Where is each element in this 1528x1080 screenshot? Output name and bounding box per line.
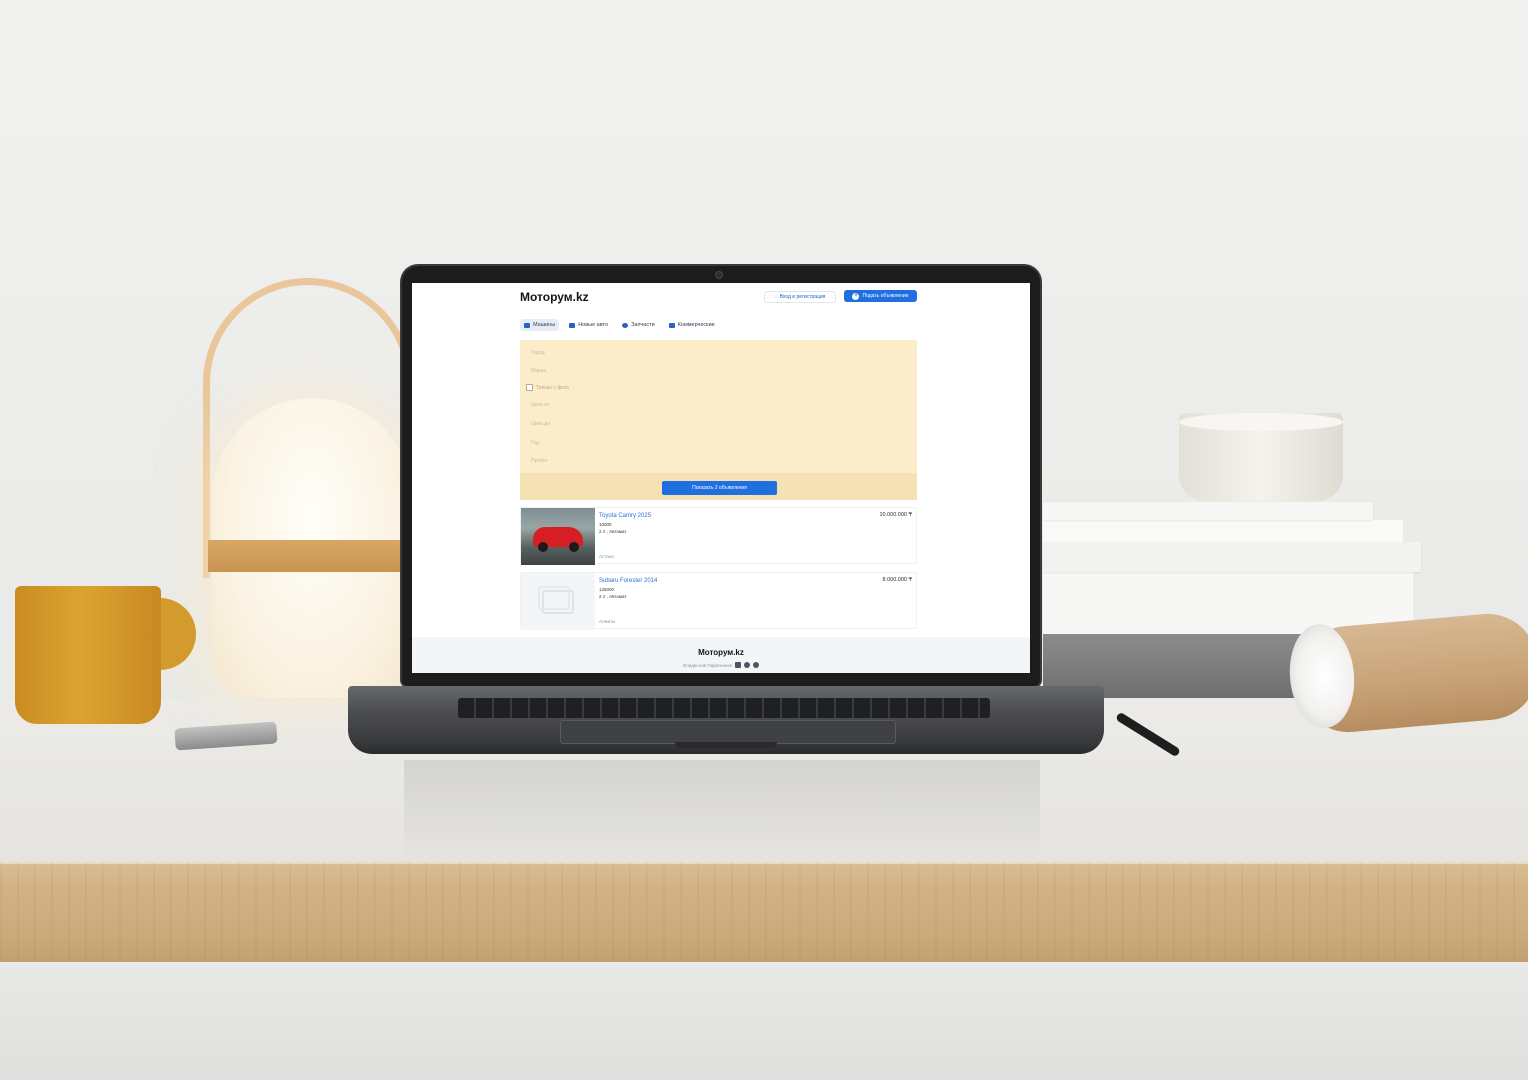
webcam [716,272,722,278]
telegram-icon[interactable] [743,662,750,668]
tab-label: Машины [533,322,556,328]
footer-author: Владислав Паратенков [683,662,732,668]
tab-commercial[interactable]: Коммерческие [665,319,719,331]
listing-photo-placeholder[interactable] [521,573,595,630]
car-icon [524,322,530,328]
desk-wood-edge [0,862,1528,962]
filter-price-to-field[interactable]: Цена до [531,421,550,427]
lamp-band [208,540,413,572]
listing-title[interactable]: Toyota Camry 2025 [599,513,651,519]
car-icon [569,322,576,328]
tab-cars[interactable]: Машины [520,319,560,331]
site-logo[interactable]: Моторум.kz [520,290,589,304]
image-placeholder-icon [538,585,574,614]
laptop-notch [675,742,777,748]
login-button-label: Вход и регистрация [779,294,826,300]
listing-mileage: 125000 [599,587,615,592]
listing-card[interactable]: Toyota Camry 2025 10000 2 л , Автомат Ас… [520,507,917,565]
laptop-screen: Моторум.kz ◌ Вход и регистрация + Подать… [412,283,1030,673]
gear-icon [622,322,629,328]
login-button[interactable]: ◌ Вход и регистрация [764,291,836,303]
trackpad [560,720,896,744]
github-icon[interactable] [752,662,759,668]
white-box-lid [1043,542,1421,572]
filter-panel: Город Марка Только с фото Цена от Цена д… [520,340,917,500]
car-wheel-icon [538,542,548,552]
tab-parts[interactable]: Запчасти [618,319,659,331]
listing-card[interactable]: Subaru Forester 2014 125000 2 л , Автома… [520,572,917,630]
filter-city-field[interactable]: Город [531,350,545,356]
tab-label: Новые авто [578,322,609,328]
filter-mileage-field[interactable]: Пробег [531,458,548,464]
footer-credits: Владислав Паратенков [412,662,1030,668]
paper-stack [1043,520,1403,542]
listing-price: 8.000.000 ₸ [882,577,913,583]
show-results-button[interactable]: Показать 2 объявления [662,481,777,495]
filter-year-field[interactable]: Год [531,440,539,446]
tab-new-cars[interactable]: Новые авто [565,319,612,331]
only-photo-checkbox-row[interactable]: Только с фото [526,384,569,391]
listing-price: 10.000.000 ₸ [879,512,912,518]
post-ad-button[interactable]: + Подать объявление [844,290,917,302]
mug [15,586,161,724]
only-photo-label: Только с фото [536,384,569,391]
truck-icon [668,322,675,328]
post-ad-label: Подать объявление [862,293,909,299]
plus-icon: + [852,292,860,300]
listing-city: Астана [599,554,614,559]
ceramic-bowl [1179,413,1343,501]
footer-logo[interactable]: Моторум.kz [412,648,1030,657]
listing-photo[interactable] [521,508,595,565]
listing-title[interactable]: Subaru Forester 2014 [599,578,657,584]
tab-label: Запчасти [631,322,655,328]
paper-stack-top [1043,502,1373,520]
listing-specs: 2 л , Автомат [599,594,627,599]
laptop-reflection [404,760,1040,862]
site-footer: Моторум.kz Владислав Паратенков [412,637,1030,673]
only-photo-checkbox[interactable] [526,384,533,391]
tab-label: Коммерческие [677,322,715,328]
mail-icon[interactable] [734,662,741,668]
car-wheel-icon [569,542,579,552]
listing-mileage: 10000 [599,522,612,527]
keyboard [458,698,990,718]
listing-specs: 2 л , Автомат [599,529,627,534]
floor [0,962,1528,1080]
category-tabs: Машины Новые авто Запчасти Коммерческие [520,319,719,331]
user-icon: ◌ [774,294,778,300]
listing-city: Алматы [599,619,616,624]
filter-brand-field[interactable]: Марка [531,368,546,374]
filter-price-from-field[interactable]: Цена от [531,402,549,408]
